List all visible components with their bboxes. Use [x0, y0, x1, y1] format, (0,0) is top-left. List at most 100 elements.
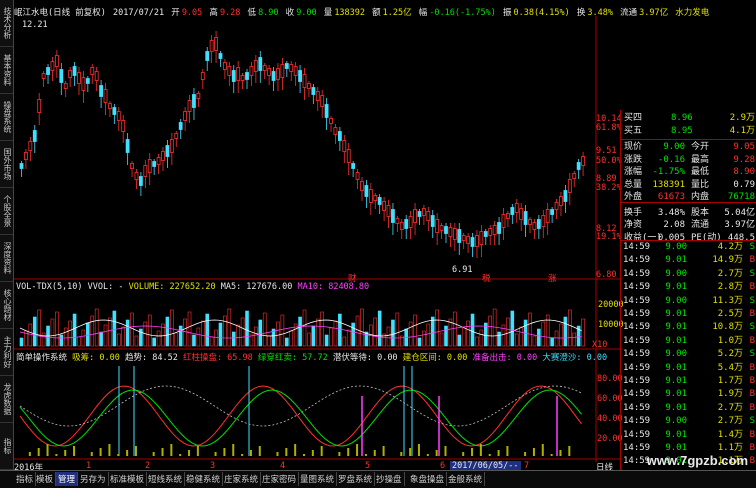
chart-mark	[417, 337, 422, 347]
chart-mark	[307, 332, 311, 347]
chart-mark	[417, 211, 422, 217]
kline-chart[interactable]	[14, 16, 620, 462]
chart-mark	[254, 326, 258, 347]
chart-mark	[90, 67, 95, 75]
quote-cell: B	[749, 376, 755, 386]
chart-mark	[413, 209, 417, 223]
marker-cai[interactable]: 财	[348, 272, 357, 284]
chart-mark	[223, 315, 227, 347]
chart-mark	[338, 313, 342, 347]
chart-mark	[156, 330, 161, 347]
left-tab-4[interactable]: 国外市场	[0, 141, 13, 188]
quote-row: 总量 138391 量比 0.79	[621, 179, 756, 192]
bottom-tab-12[interactable]: 抄操盘	[374, 472, 405, 486]
chart-mark	[99, 85, 103, 97]
chart-mark	[241, 454, 244, 456]
chart-mark	[85, 78, 90, 84]
chart-mark	[214, 329, 218, 347]
left-tab-1[interactable]: 技术分析	[0, 0, 13, 47]
chart-mark	[28, 452, 31, 456]
chart-mark	[315, 318, 320, 347]
left-tab-9[interactable]: 龙虎数据	[0, 376, 13, 423]
left-tab-2[interactable]: 基本资料	[0, 47, 13, 94]
chart-mark	[126, 450, 129, 456]
chart-mark	[514, 333, 519, 347]
bottom-tab-8[interactable]: 庄家系统	[222, 472, 262, 486]
left-tab-7[interactable]: 核心题材	[0, 282, 13, 329]
chart-mark	[399, 222, 404, 230]
chart-mark	[152, 452, 155, 456]
tick-row: 14:59 9.00 2.7万 S	[621, 268, 756, 281]
indicator-panel-header: 简单操作系统 吸筹: 0.00 趋势: 84.52 红柱操盘: 65.98 绿穿…	[16, 351, 607, 363]
chart-mark	[289, 64, 294, 72]
quote-row: 涨跌 -0.16 最高 9.28	[621, 154, 756, 167]
bottom-tab-13[interactable]: 象盘操盘	[408, 472, 448, 486]
quote-cell: 3.48%	[657, 207, 685, 218]
quote-cell: 涨跌	[624, 154, 643, 165]
chart-mark	[302, 309, 307, 347]
bottom-tab-4[interactable]: 另存为	[78, 472, 109, 486]
chart-mark	[523, 211, 528, 225]
chart-mark	[324, 104, 329, 118]
ind-title[interactable]: 简单操作系统	[16, 353, 67, 363]
quote-cell: 2.7万	[717, 402, 743, 413]
bottom-tab-10[interactable]: 量图系统	[298, 472, 338, 486]
bottom-tab-6[interactable]: 短线系统	[146, 472, 186, 486]
quote-cell: 14:59	[623, 429, 651, 440]
left-tab-strip: 技术分析 基本资料 操盘系统 国外市场 个股全景 深度资料 核心题材 主力利好 龙虎数据 指标	[0, 0, 14, 470]
chart-mark	[554, 202, 559, 210]
left-tab-10[interactable]: 指标	[0, 423, 13, 470]
chart-mark	[32, 130, 37, 142]
marker-shui[interactable]: 税	[482, 272, 491, 284]
chart-mark	[240, 317, 245, 347]
chart-mark	[161, 151, 165, 161]
bottom-tab-7[interactable]: 稳健系统	[184, 472, 224, 486]
chart-mark	[68, 70, 73, 78]
bottom-tab-5[interactable]: 标准模板	[108, 472, 148, 486]
chart-mark	[417, 444, 420, 456]
chart-mark	[249, 450, 252, 456]
quote-cell: 9.05	[733, 142, 755, 152]
chart-mark	[205, 313, 210, 347]
chart-mark	[59, 334, 64, 347]
bid5-row: 买五 8.95 4.1万	[621, 125, 756, 138]
chart-mark	[426, 323, 431, 347]
chart-mark	[294, 444, 297, 456]
chart-mark	[488, 315, 493, 347]
chart-mark	[303, 454, 305, 456]
chart-mark	[77, 72, 81, 84]
chart-mark	[232, 444, 235, 456]
quote-cell: 流通	[691, 220, 710, 230]
left-tab-6[interactable]: 深度资料	[0, 235, 13, 282]
quote-cell: 9.01	[665, 402, 687, 413]
chart-mark	[550, 337, 554, 347]
bottom-tab-2[interactable]: 模板	[34, 472, 57, 486]
chart-mark	[253, 60, 258, 72]
bottom-tab-9[interactable]: 庄家密码	[260, 472, 300, 486]
chart-mark	[391, 319, 395, 347]
tick-row: 14:59 9.01 1.9万 B	[621, 388, 756, 401]
left-tab-3[interactable]: 操盘系统	[0, 94, 13, 141]
chart-mark	[400, 452, 403, 456]
bid4-row: 买四 8.96 2.9万	[621, 112, 756, 125]
bottom-tab-11[interactable]: 罗盘系统	[336, 472, 376, 486]
chart-mark	[559, 450, 562, 456]
chart-mark	[19, 385, 582, 447]
chart-mark	[444, 325, 448, 347]
quote-cell: B	[749, 309, 755, 319]
bottom-tab-14[interactable]: 金般系统	[446, 472, 486, 486]
chart-mark	[342, 140, 347, 152]
bottom-tab-3[interactable]: 管理	[56, 472, 79, 486]
vol-indicator-title[interactable]: VOL-TDX(5,10) VVOL: -	[16, 282, 123, 292]
marker-zhang[interactable]: 涨	[548, 272, 557, 284]
quote-cell: 9.01	[665, 255, 687, 266]
chart-mark	[307, 83, 311, 89]
left-tab-8[interactable]: 主力利好	[0, 329, 13, 376]
bottom-tab-1[interactable]: 指标	[14, 472, 37, 486]
chart-mark	[329, 118, 333, 124]
chart-mark	[444, 226, 448, 234]
chart-mark	[130, 163, 134, 169]
left-tab-5[interactable]: 个股全景	[0, 188, 13, 235]
tick-row: 14:59 9.01 1.7万 B	[621, 375, 756, 388]
quote-cell: 1.0万	[717, 335, 743, 346]
